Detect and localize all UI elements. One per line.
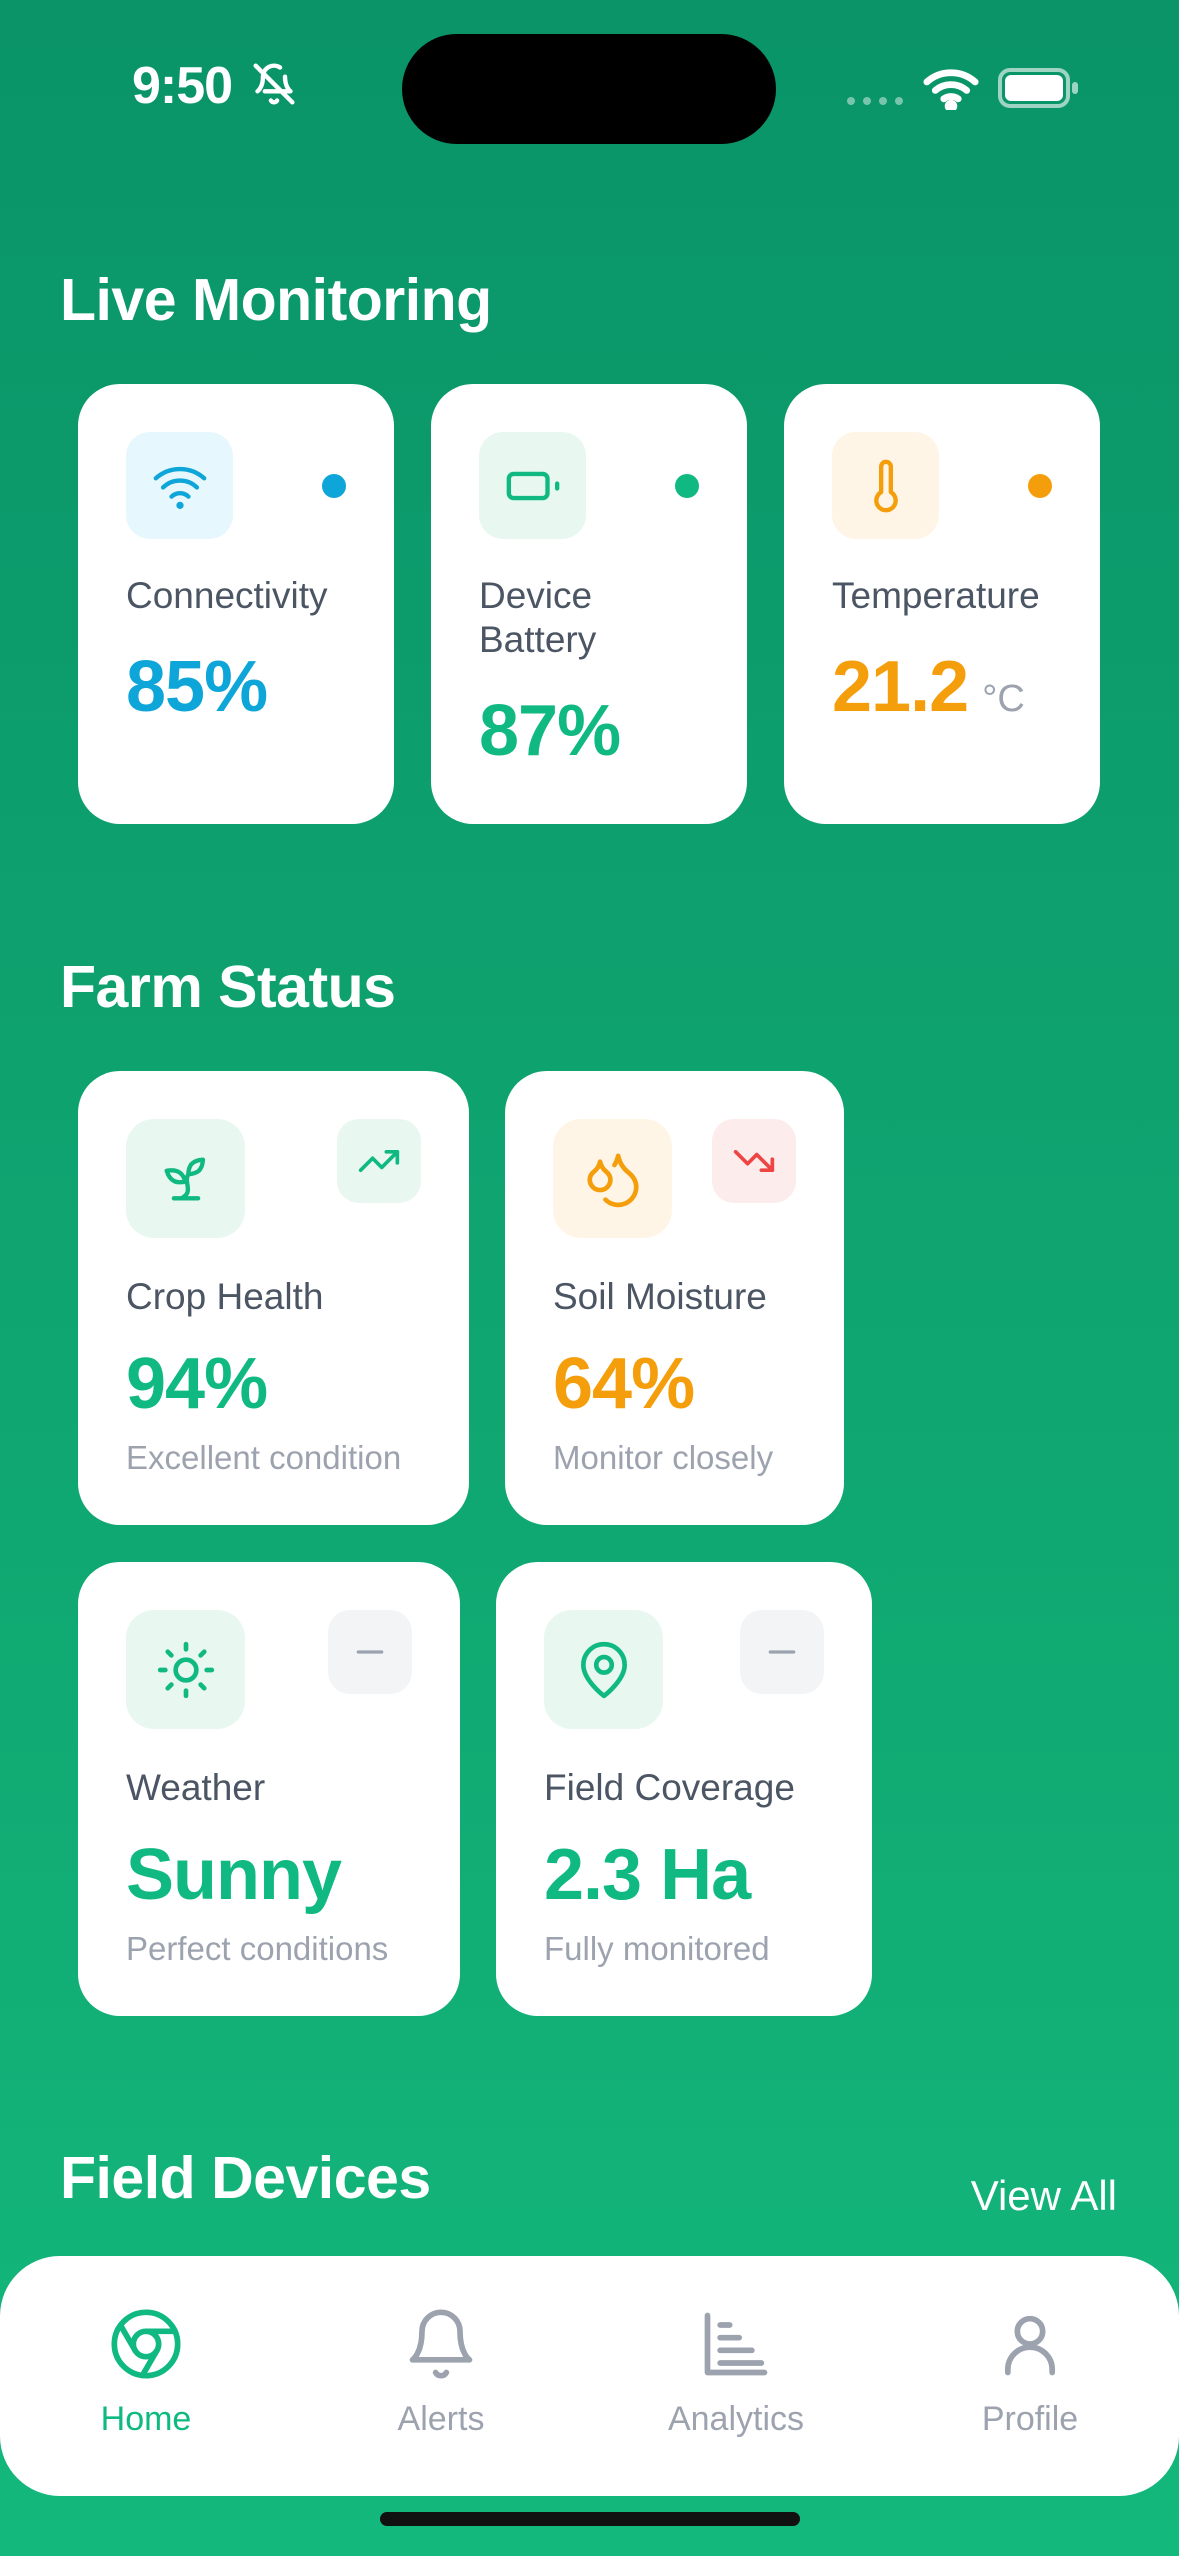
nav-alerts-label: Alerts bbox=[397, 2400, 485, 2438]
soil-moisture-label: Soil Moisture bbox=[553, 1276, 767, 1317]
nav-analytics-label: Analytics bbox=[667, 2400, 805, 2438]
field-coverage-card[interactable]: Field Coverage 2.3 Ha Fully monitored bbox=[496, 1562, 872, 2016]
temperature-card[interactable]: Temperature 21.2 °C bbox=[784, 384, 1100, 824]
minus-icon bbox=[328, 1610, 412, 1694]
farm-status-title: Farm Status bbox=[60, 954, 396, 1020]
sprout-icon bbox=[126, 1119, 245, 1238]
field-coverage-subtitle: Fully monitored bbox=[544, 1930, 770, 1967]
field-devices-title: Field Devices bbox=[60, 2145, 431, 2211]
bottom-nav: Home Alerts Analytics Profile bbox=[0, 2256, 1179, 2496]
soil-moisture-value: 64% bbox=[553, 1344, 695, 1424]
chrome-icon bbox=[111, 2309, 181, 2379]
minus-icon bbox=[740, 1610, 824, 1694]
wifi-icon bbox=[126, 432, 233, 539]
device-battery-value: 87% bbox=[479, 691, 621, 771]
status-bar: 9:50 bbox=[0, 0, 1179, 170]
weather-subtitle: Perfect conditions bbox=[126, 1930, 389, 1967]
map-pin-icon bbox=[544, 1610, 663, 1729]
status-dot bbox=[1028, 474, 1052, 498]
battery-icon bbox=[479, 432, 586, 539]
temperature-number: 21.2 bbox=[832, 647, 969, 727]
battery-status-icon bbox=[998, 68, 1078, 108]
wifi-status-icon bbox=[923, 69, 979, 110]
crop-health-card[interactable]: Crop Health 94% Excellent condition bbox=[78, 1071, 469, 1525]
nav-profile-label: Profile bbox=[981, 2400, 1079, 2438]
status-time: 9:50 bbox=[132, 57, 233, 115]
user-icon bbox=[1004, 2315, 1056, 2376]
droplets-icon bbox=[553, 1119, 672, 1238]
bell-off-icon bbox=[253, 63, 295, 105]
soil-moisture-subtitle: Monitor closely bbox=[553, 1439, 774, 1476]
device-battery-label: Device Battery bbox=[479, 575, 597, 660]
dynamic-island bbox=[402, 34, 776, 144]
weather-label: Weather bbox=[126, 1767, 266, 1808]
trending-up-icon bbox=[337, 1119, 421, 1203]
nav-profile[interactable]: Profile bbox=[930, 2306, 1130, 2439]
status-dot bbox=[675, 474, 699, 498]
field-coverage-value: 2.3 Ha bbox=[544, 1835, 751, 1915]
temperature-unit: °C bbox=[982, 678, 1025, 720]
bar-chart-icon bbox=[704, 2312, 768, 2376]
field-coverage-label: Field Coverage bbox=[544, 1767, 795, 1808]
bell-icon bbox=[409, 2309, 473, 2379]
crop-health-value: 94% bbox=[126, 1344, 268, 1424]
weather-value: Sunny bbox=[126, 1835, 342, 1915]
soil-moisture-card[interactable]: Soil Moisture 64% Monitor closely bbox=[505, 1071, 844, 1525]
live-monitoring-title: Live Monitoring bbox=[60, 267, 492, 333]
crop-health-subtitle: Excellent condition bbox=[126, 1439, 402, 1476]
device-battery-card[interactable]: Device Battery 87% bbox=[431, 384, 747, 824]
view-all-link[interactable]: View All bbox=[971, 2172, 1117, 2220]
connectivity-label: Connectivity bbox=[126, 575, 328, 616]
status-dot bbox=[322, 474, 346, 498]
nav-home[interactable]: Home bbox=[46, 2306, 246, 2439]
connectivity-card[interactable]: Connectivity 85% bbox=[78, 384, 394, 824]
nav-analytics[interactable]: Analytics bbox=[636, 2306, 836, 2439]
nav-home-label: Home bbox=[100, 2400, 192, 2438]
trending-down-icon bbox=[712, 1119, 796, 1203]
nav-alerts[interactable]: Alerts bbox=[341, 2306, 541, 2439]
home-indicator bbox=[380, 2512, 800, 2526]
cellular-signal-icon bbox=[847, 97, 903, 105]
crop-health-label: Crop Health bbox=[126, 1276, 324, 1317]
thermometer-icon bbox=[832, 432, 939, 539]
connectivity-value: 85% bbox=[126, 647, 268, 727]
sun-icon bbox=[126, 1610, 245, 1729]
temperature-label: Temperature bbox=[832, 575, 1040, 616]
weather-card[interactable]: Weather Sunny Perfect conditions bbox=[78, 1562, 460, 2016]
temperature-value: 21.2 °C bbox=[832, 646, 1025, 728]
